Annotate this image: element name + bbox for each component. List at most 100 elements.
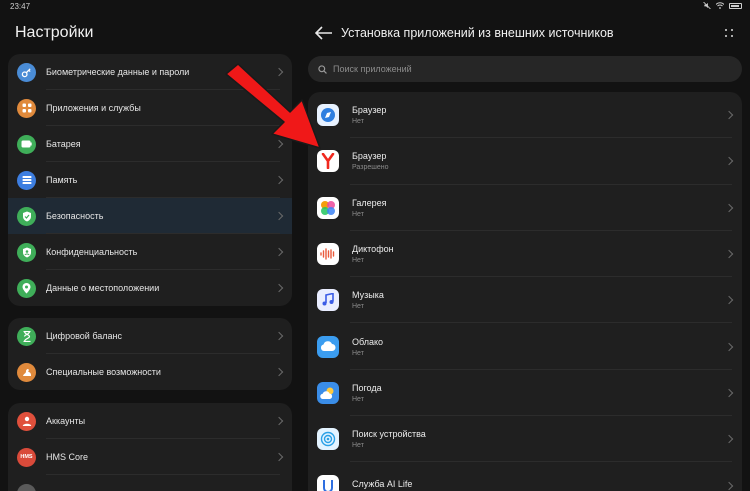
settings-item-accessibility[interactable]: Специальные возможности [8,354,292,390]
battery-icon [729,2,742,9]
chevron-right-icon [274,367,284,377]
app-status: Нет [352,303,364,311]
install-apps-pane: Установка приложений из внешних источник… [300,14,750,491]
chevron-right-icon [724,481,734,490]
app-row-find-device[interactable]: Поиск устройства Нет [308,416,742,463]
app-status: Нет [352,395,364,403]
settings-item-label: Батарея [46,139,81,149]
chevron-right-icon [274,247,284,257]
settings-item-label: HMS Core [46,452,89,462]
key-icon [17,62,36,82]
app-status: Нет [352,349,364,357]
gallery-icon [317,196,339,219]
app-status: Нет [352,442,364,450]
chevron-right-icon [724,388,734,398]
app-name: Браузер [352,151,387,162]
privacy-icon [17,242,36,262]
app-row-recorder[interactable]: Диктофон Нет [308,231,742,278]
status-bar: 23:47 [0,0,750,14]
account-icon [17,411,36,431]
yandex-browser-icon [317,150,339,173]
storage-icon [17,170,36,190]
chevron-right-icon [724,203,734,212]
settings-item-label: Безопасность [46,211,104,221]
status-icons [703,2,742,9]
back-arrow-icon[interactable] [315,26,333,40]
chevron-right-icon [724,342,734,351]
settings-item-label: Память [46,175,78,185]
chevron-right-icon [724,110,734,120]
settings-item-label: Биометрические данные и пароли [46,67,190,77]
settings-item-label: Цифровой баланс [46,331,122,341]
find-device-icon [317,428,339,451]
app-name: Диктофон [352,244,394,255]
hms-icon: HMS [17,447,36,467]
settings-group-2: Цифровой баланс Специальные возможности [8,318,292,390]
app-row-music[interactable]: Музыка Нет [308,277,742,324]
chevron-right-icon [274,416,284,426]
app-name: Галерея [352,197,387,208]
app-name: Музыка [352,290,384,301]
weather-icon [317,381,339,404]
app-row-cloud[interactable]: Облако Нет [308,323,742,370]
chevron-right-icon [274,211,284,221]
annotation-arrow-icon [225,63,321,149]
app-status: Нет [352,118,364,126]
ai-life-icon [317,474,339,491]
settings-item-label: Конфиденциальность [46,247,138,257]
recorder-icon [317,243,339,266]
app-status: Нет [352,210,364,218]
app-list: Браузер Нет Браузер Разрешено Галерея Нет Д… [308,92,742,491]
chevron-right-icon [274,452,284,462]
app-name: Служба AI Life [352,479,413,490]
shield-icon [17,206,36,226]
app-row-browser[interactable]: Браузер Нет [308,92,742,139]
chevron-right-icon [724,434,734,444]
hourglass-icon [17,326,36,346]
search-input[interactable] [333,64,713,74]
battery-icon [17,134,36,154]
chevron-right-icon [724,157,734,166]
settings-item-privacy[interactable]: Конфиденциальность [8,234,292,270]
mute-icon [703,2,711,9]
chevron-right-icon [274,331,284,341]
more-icon[interactable] [724,28,734,38]
status-time: 23:47 [10,2,31,11]
search-bar[interactable] [308,56,742,82]
chevron-right-icon [724,296,734,305]
app-name: Браузер [352,105,387,116]
app-name: Погода [352,382,382,393]
settings-item-location[interactable]: Данные о местоположении [8,270,292,306]
accessibility-icon [17,362,36,382]
settings-item-about[interactable] [8,475,292,491]
settings-item-label: Аккаунты [46,416,86,426]
settings-item-accounts[interactable]: Аккаунты [8,403,292,439]
app-status: Разрешено [352,164,389,172]
settings-title: Настройки [15,24,94,41]
app-status: Нет [352,257,364,265]
apps-icon [17,98,36,118]
page-title: Установка приложений из внешних источник… [341,26,614,40]
wifi-icon [716,2,724,9]
app-name: Облако [352,336,384,347]
settings-item-label: Данные о местоположении [46,283,160,293]
app-row-ai-life[interactable]: Служба AI Life [308,462,742,491]
settings-item-digital-balance[interactable]: Цифровой баланс [8,318,292,354]
chevron-right-icon [274,283,284,293]
settings-item-label: Приложения и службы [46,103,141,113]
settings-item-hms-core[interactable]: HMS HMS Core [8,439,292,475]
settings-group-3: Аккаунты HMS HMS Core [8,403,292,491]
chevron-right-icon [274,175,284,185]
app-name: Поиск устройства [352,429,426,440]
cloud-icon [317,335,339,358]
music-icon [317,289,339,312]
location-icon [17,278,36,298]
settings-item-security[interactable]: Безопасность [8,198,292,234]
app-row-gallery[interactable]: Галерея Нет [308,185,742,231]
settings-item-storage[interactable]: Память [8,162,292,198]
app-row-yandex-browser[interactable]: Браузер Разрешено [308,138,742,185]
about-icon [17,483,36,491]
chevron-right-icon [724,249,734,259]
app-row-weather[interactable]: Погода Нет [308,370,742,417]
settings-item-label: Специальные возможности [46,367,161,377]
